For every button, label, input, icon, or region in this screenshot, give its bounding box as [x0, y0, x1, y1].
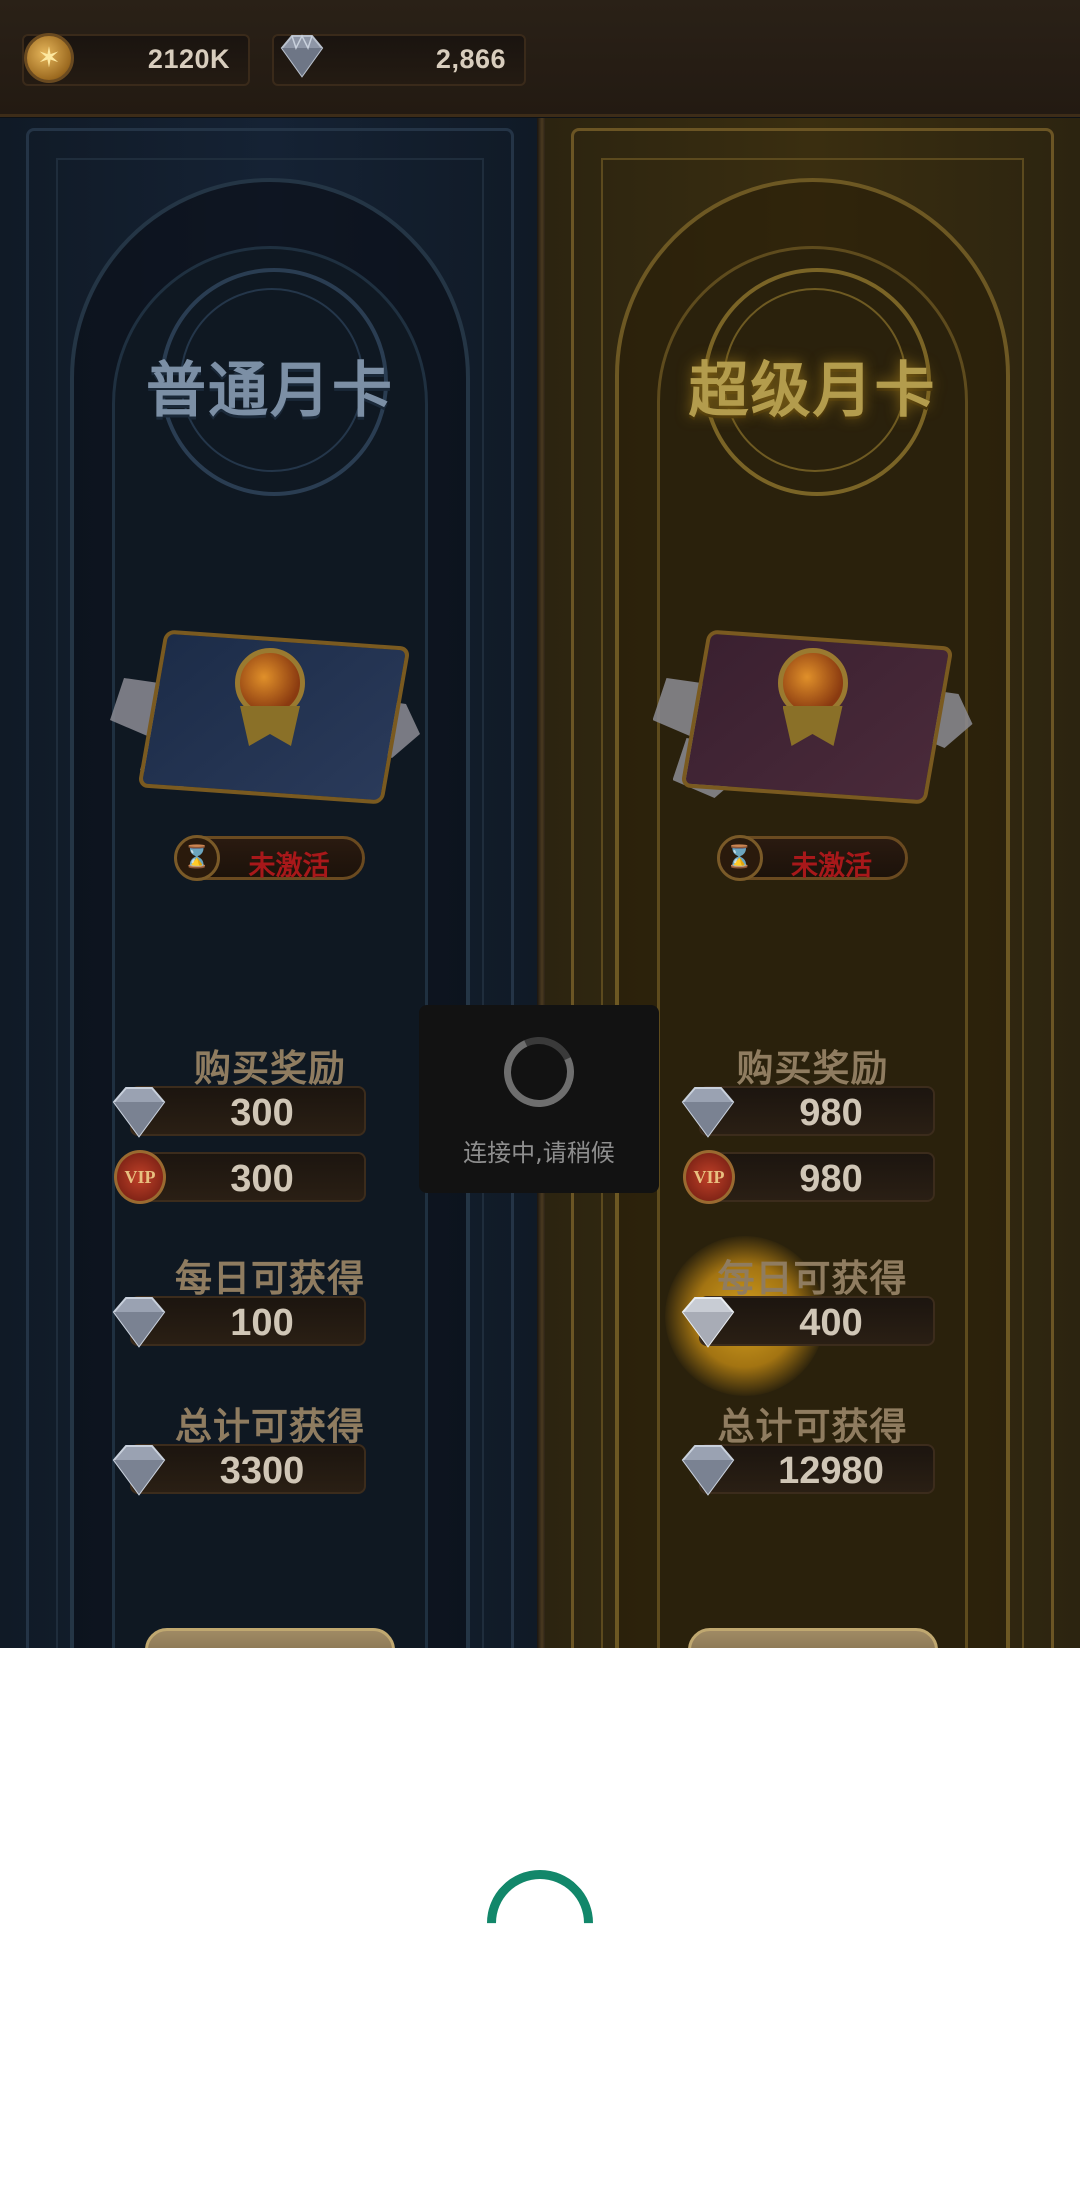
purchase-gems-value: 980: [799, 1092, 863, 1134]
gold-counter[interactable]: 2120K: [22, 33, 250, 86]
buy-normal-card-button[interactable]: [145, 1628, 395, 1648]
connecting-toast: 连接中,请稍候: [419, 1005, 659, 1193]
purchase-gems-box: 980: [681, 1086, 935, 1138]
total-gems-value: 12980: [778, 1450, 884, 1492]
loading-spinner-icon: [494, 1027, 584, 1117]
card-title: 超级月卡: [688, 356, 937, 426]
status-badge: ⌛ 未激活: [716, 835, 908, 882]
daily-reward-label: 每日可获得: [175, 1257, 365, 1300]
total-reward-label: 总计可获得: [717, 1405, 908, 1448]
daily-gems-value: 100: [230, 1302, 294, 1344]
status-badge: ⌛ 未激活: [174, 835, 365, 882]
reward-chest-illustration: [110, 618, 430, 818]
diamond-icon: [280, 34, 324, 78]
purchase-gems-box: 300: [112, 1086, 366, 1138]
gem-counter[interactable]: 2,866: [272, 34, 526, 86]
resource-bar: 2120K 2,866: [0, 0, 1080, 117]
buy-super-card-button[interactable]: [687, 1628, 938, 1648]
coin-icon: [24, 33, 74, 83]
daily-reward-label: 每日可获得: [717, 1257, 908, 1300]
purchase-vip-box: VIP 980: [683, 1150, 935, 1204]
vip-medal-icon: VIP: [114, 1150, 166, 1204]
hourglass-icon: ⌛: [174, 835, 220, 881]
daily-gems-box: 400: [681, 1296, 935, 1348]
purchase-gems-value: 300: [230, 1092, 294, 1134]
super-monthly-card: 超级月卡 ⌛ 未激活 购买奖励 980 VIP 980 每日可获得 400 总计…: [545, 118, 1080, 1648]
daily-gems-value: 400: [799, 1302, 863, 1344]
normal-monthly-card: 普通月卡 ⌛ 未激活 购买奖励 300 VIP 300 每日可获得 100 总计…: [0, 118, 540, 1648]
hourglass-icon: ⌛: [716, 835, 763, 881]
card-title: 普通月卡: [146, 356, 394, 426]
total-reward-label: 总计可获得: [175, 1405, 365, 1448]
total-gems-box: 3300: [112, 1444, 366, 1496]
gem-amount: 2,866: [435, 44, 506, 74]
connecting-message: 连接中,请稍候: [463, 1139, 615, 1167]
total-gems-value: 3300: [219, 1450, 305, 1492]
status-text: 未激活: [791, 851, 872, 882]
vip-medal-icon: VIP: [683, 1150, 735, 1204]
total-gems-box: 12980: [681, 1444, 935, 1496]
purchase-vip-value: 300: [230, 1158, 294, 1200]
gold-amount: 2120K: [147, 44, 230, 74]
reward-chest-illustration: [652, 618, 973, 818]
game-screen: 2120K 2,866 普通月卡 ⌛ 未激活: [0, 0, 1080, 1648]
status-text: 未激活: [248, 851, 330, 882]
daily-gems-box: 100: [112, 1296, 366, 1348]
purchase-vip-value: 980: [799, 1158, 863, 1200]
purchase-vip-box: VIP 300: [114, 1150, 366, 1204]
